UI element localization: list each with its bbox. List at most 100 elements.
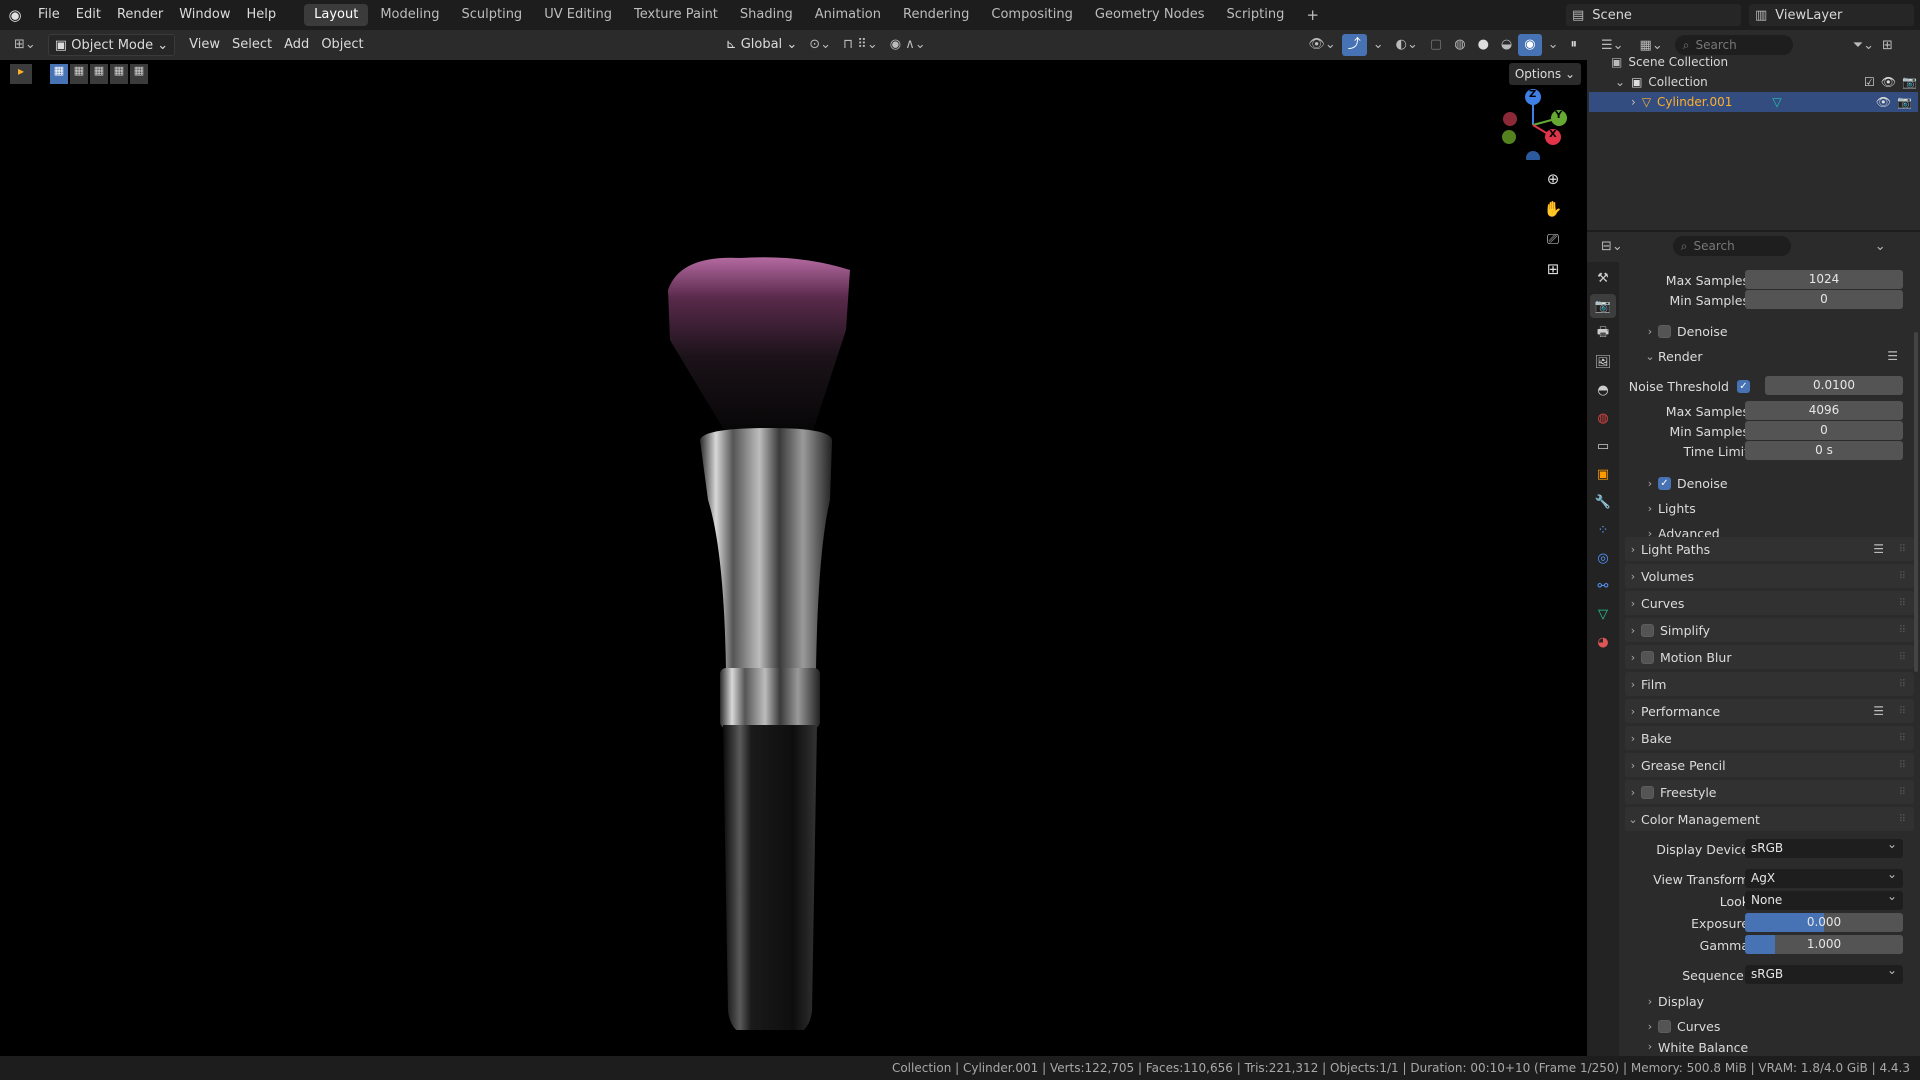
look-dropdown[interactable]: None [1745, 887, 1903, 910]
tab-scripting[interactable]: Scripting [1217, 4, 1295, 26]
drag-grip-icon[interactable]: ⠿ [1899, 706, 1906, 717]
gamma-slider[interactable]: 1.000 [1745, 935, 1903, 954]
select-mode-invert-icon[interactable]: ▦ [110, 64, 128, 84]
simplify-checkbox[interactable] [1641, 623, 1654, 637]
scene-name[interactable]: Scene [1592, 8, 1632, 23]
tab-animation[interactable]: Animation [805, 4, 891, 26]
drag-grip-icon[interactable]: ⠿ [1899, 733, 1906, 744]
menu-view[interactable]: View [183, 34, 226, 56]
drag-grip-icon[interactable]: ⠿ [1899, 544, 1906, 555]
scene-tab-icon[interactable]: ◓ [1590, 378, 1616, 402]
expand-chevron-icon[interactable]: ⌄ [1615, 75, 1625, 89]
panel-light-paths[interactable]: › Light Paths ☰ ⠿ [1625, 537, 1914, 561]
view-transform-dropdown[interactable]: AgX [1745, 865, 1903, 888]
material-shading-icon[interactable]: ◒ [1495, 34, 1518, 56]
panel-performance[interactable]: › Performance ☰ ⠿ [1625, 699, 1914, 723]
panel-color-management[interactable]: ⌄ Color Management ⠿ [1625, 807, 1914, 831]
motion-blur-checkbox[interactable] [1641, 650, 1654, 664]
drag-grip-icon[interactable]: ⠿ [1899, 787, 1906, 798]
menu-render[interactable]: Render [109, 0, 171, 30]
exclude-checkbox[interactable]: ☑ [1864, 75, 1875, 89]
render-tab-icon[interactable]: 📷 [1590, 294, 1616, 318]
drag-grip-icon[interactable]: ⠿ [1899, 652, 1906, 663]
visibility-eye-icon[interactable]: 👁 [1876, 95, 1891, 109]
menu-file[interactable]: File [30, 0, 68, 30]
viewlayer-name[interactable]: ViewLayer [1775, 8, 1842, 23]
render-subpanel-header[interactable]: ⌄ Render ☰ [1642, 345, 1912, 367]
gizmo-dropdown-icon[interactable]: ⌄ [1367, 34, 1390, 56]
xray-icon[interactable]: ▢ [1424, 34, 1448, 56]
material-tab-icon[interactable]: ◕ [1590, 630, 1616, 654]
render-min-samples-field[interactable]: 0 [1745, 421, 1903, 440]
menu-window[interactable]: Window [171, 0, 238, 30]
outliner-row-cylinder[interactable]: › ▽ Cylinder.001 ▽ 👁 📷 [1589, 92, 1918, 112]
tab-layout[interactable]: Layout [304, 4, 369, 26]
drag-grip-icon[interactable]: ⠿ [1899, 679, 1906, 690]
visibility-icon[interactable]: 👁⌄ [1302, 34, 1341, 56]
exposure-slider[interactable]: 0.000 [1745, 913, 1903, 932]
select-mode-new-icon[interactable]: ▦ [50, 64, 68, 84]
select-mode-subtract-icon[interactable]: ▦ [90, 64, 108, 84]
object-tab-icon[interactable]: ▣ [1590, 462, 1616, 486]
denoise-checkbox[interactable] [1658, 324, 1671, 338]
display-subpanel[interactable]: › Display [1642, 990, 1912, 1012]
properties-editor-icon[interactable]: ⊟⌄ [1601, 239, 1623, 254]
transform-orientation[interactable]: ⊾ Global ⌄ [720, 34, 804, 56]
drag-grip-icon[interactable]: ⠿ [1899, 571, 1906, 582]
viewport-denoise-subpanel[interactable]: › Denoise [1642, 320, 1912, 342]
drag-grip-icon[interactable]: ⠿ [1899, 814, 1906, 825]
select-tool-icons[interactable]: ▸ ▦ ▦ ▦ ▦ ▦ [10, 64, 148, 84]
menu-object[interactable]: Object [315, 34, 369, 56]
tool-tab-icon[interactable]: ⚒ [1590, 266, 1616, 290]
collection-tab-icon[interactable]: ▭ [1590, 434, 1616, 458]
constraints-tab-icon[interactable]: ⚯ [1590, 574, 1616, 598]
display-device-dropdown[interactable]: sRGB [1745, 835, 1903, 858]
presets-list-icon[interactable]: ☰ [1873, 542, 1884, 556]
pin-dropdown-icon[interactable]: ⌄ [1875, 239, 1886, 254]
pivot-icon[interactable]: ⊙⌄ [803, 34, 837, 56]
proportional-edit-icon[interactable]: ◉ ∧⌄ [884, 34, 932, 56]
gizmo-toggle-icon[interactable]: ⤴ [1341, 34, 1367, 56]
tab-geometry-nodes[interactable]: Geometry Nodes [1085, 4, 1215, 26]
outliner-row-scene-collection[interactable]: ▣ Scene Collection [1611, 52, 1728, 72]
drag-grip-icon[interactable]: ⠿ [1899, 760, 1906, 771]
properties-scrollbar[interactable] [1914, 332, 1918, 672]
panel-curves[interactable]: › Curves ⠿ [1625, 591, 1914, 615]
3d-viewport[interactable]: ▸ ▦ ▦ ▦ ▦ ▦ Options ⌄ Z Y X ⊕ ✋ ⎚ ⊞ [0, 60, 1587, 1056]
panel-grease-pencil[interactable]: › Grease Pencil ⠿ [1625, 753, 1914, 777]
tab-sculpting[interactable]: Sculpting [451, 4, 532, 26]
expand-chevron-icon[interactable]: › [1631, 95, 1636, 109]
new-collection-icon[interactable]: ⊞ [1882, 38, 1893, 53]
outliner-editor-icon[interactable]: ☰⌄ [1601, 38, 1624, 53]
perspective-toggle-icon[interactable]: ⊞ [1541, 260, 1565, 284]
particles-tab-icon[interactable]: ⁘ [1590, 518, 1616, 542]
render-camera-icon[interactable]: 📷 [1902, 75, 1917, 89]
blender-logo-icon[interactable]: ◉ [0, 0, 30, 30]
tab-rendering[interactable]: Rendering [893, 4, 979, 26]
cm-curves-subpanel[interactable]: › Curves [1642, 1015, 1912, 1037]
viewport-max-samples-field[interactable]: 1024 [1745, 270, 1903, 289]
time-limit-field[interactable]: 0 s [1745, 441, 1903, 460]
sequencer-dropdown[interactable]: sRGB [1745, 961, 1903, 984]
panel-motion-blur[interactable]: › Motion Blur ⠿ [1625, 645, 1914, 669]
add-workspace-button[interactable]: + [1296, 4, 1329, 26]
snap-icon[interactable]: ⊓ ⠿⌄ [837, 34, 884, 56]
freestyle-checkbox[interactable] [1641, 785, 1654, 799]
pan-hand-icon[interactable]: ✋ [1541, 200, 1565, 224]
editor-type-icon[interactable]: ⊞⌄ [8, 34, 42, 56]
shading-dropdown-icon[interactable]: ⌄ [1542, 34, 1565, 56]
denoise-checkbox[interactable]: ✓ [1658, 476, 1671, 490]
menu-add[interactable]: Add [278, 34, 315, 56]
panel-bake[interactable]: › Bake ⠿ [1625, 726, 1914, 750]
world-tab-icon[interactable]: ◍ [1590, 406, 1616, 430]
mode-selector[interactable]: ▣ Object Mode ⌄ [47, 34, 176, 56]
noise-threshold-checkbox[interactable]: ✓ [1737, 379, 1750, 393]
zoom-icon[interactable]: ⊕ [1541, 170, 1565, 194]
camera-view-icon[interactable]: ⎚ [1541, 230, 1565, 254]
select-mode-intersect-icon[interactable]: ▦ [130, 64, 148, 84]
presets-list-icon[interactable]: ☰ [1887, 349, 1898, 363]
render-denoise-subpanel[interactable]: › ✓ Denoise [1642, 472, 1912, 494]
data-tab-icon[interactable]: ▽ [1590, 602, 1616, 626]
white-balance-subpanel[interactable]: › White Balance [1642, 1040, 1912, 1056]
output-tab-icon[interactable]: 🖶 [1590, 322, 1616, 346]
